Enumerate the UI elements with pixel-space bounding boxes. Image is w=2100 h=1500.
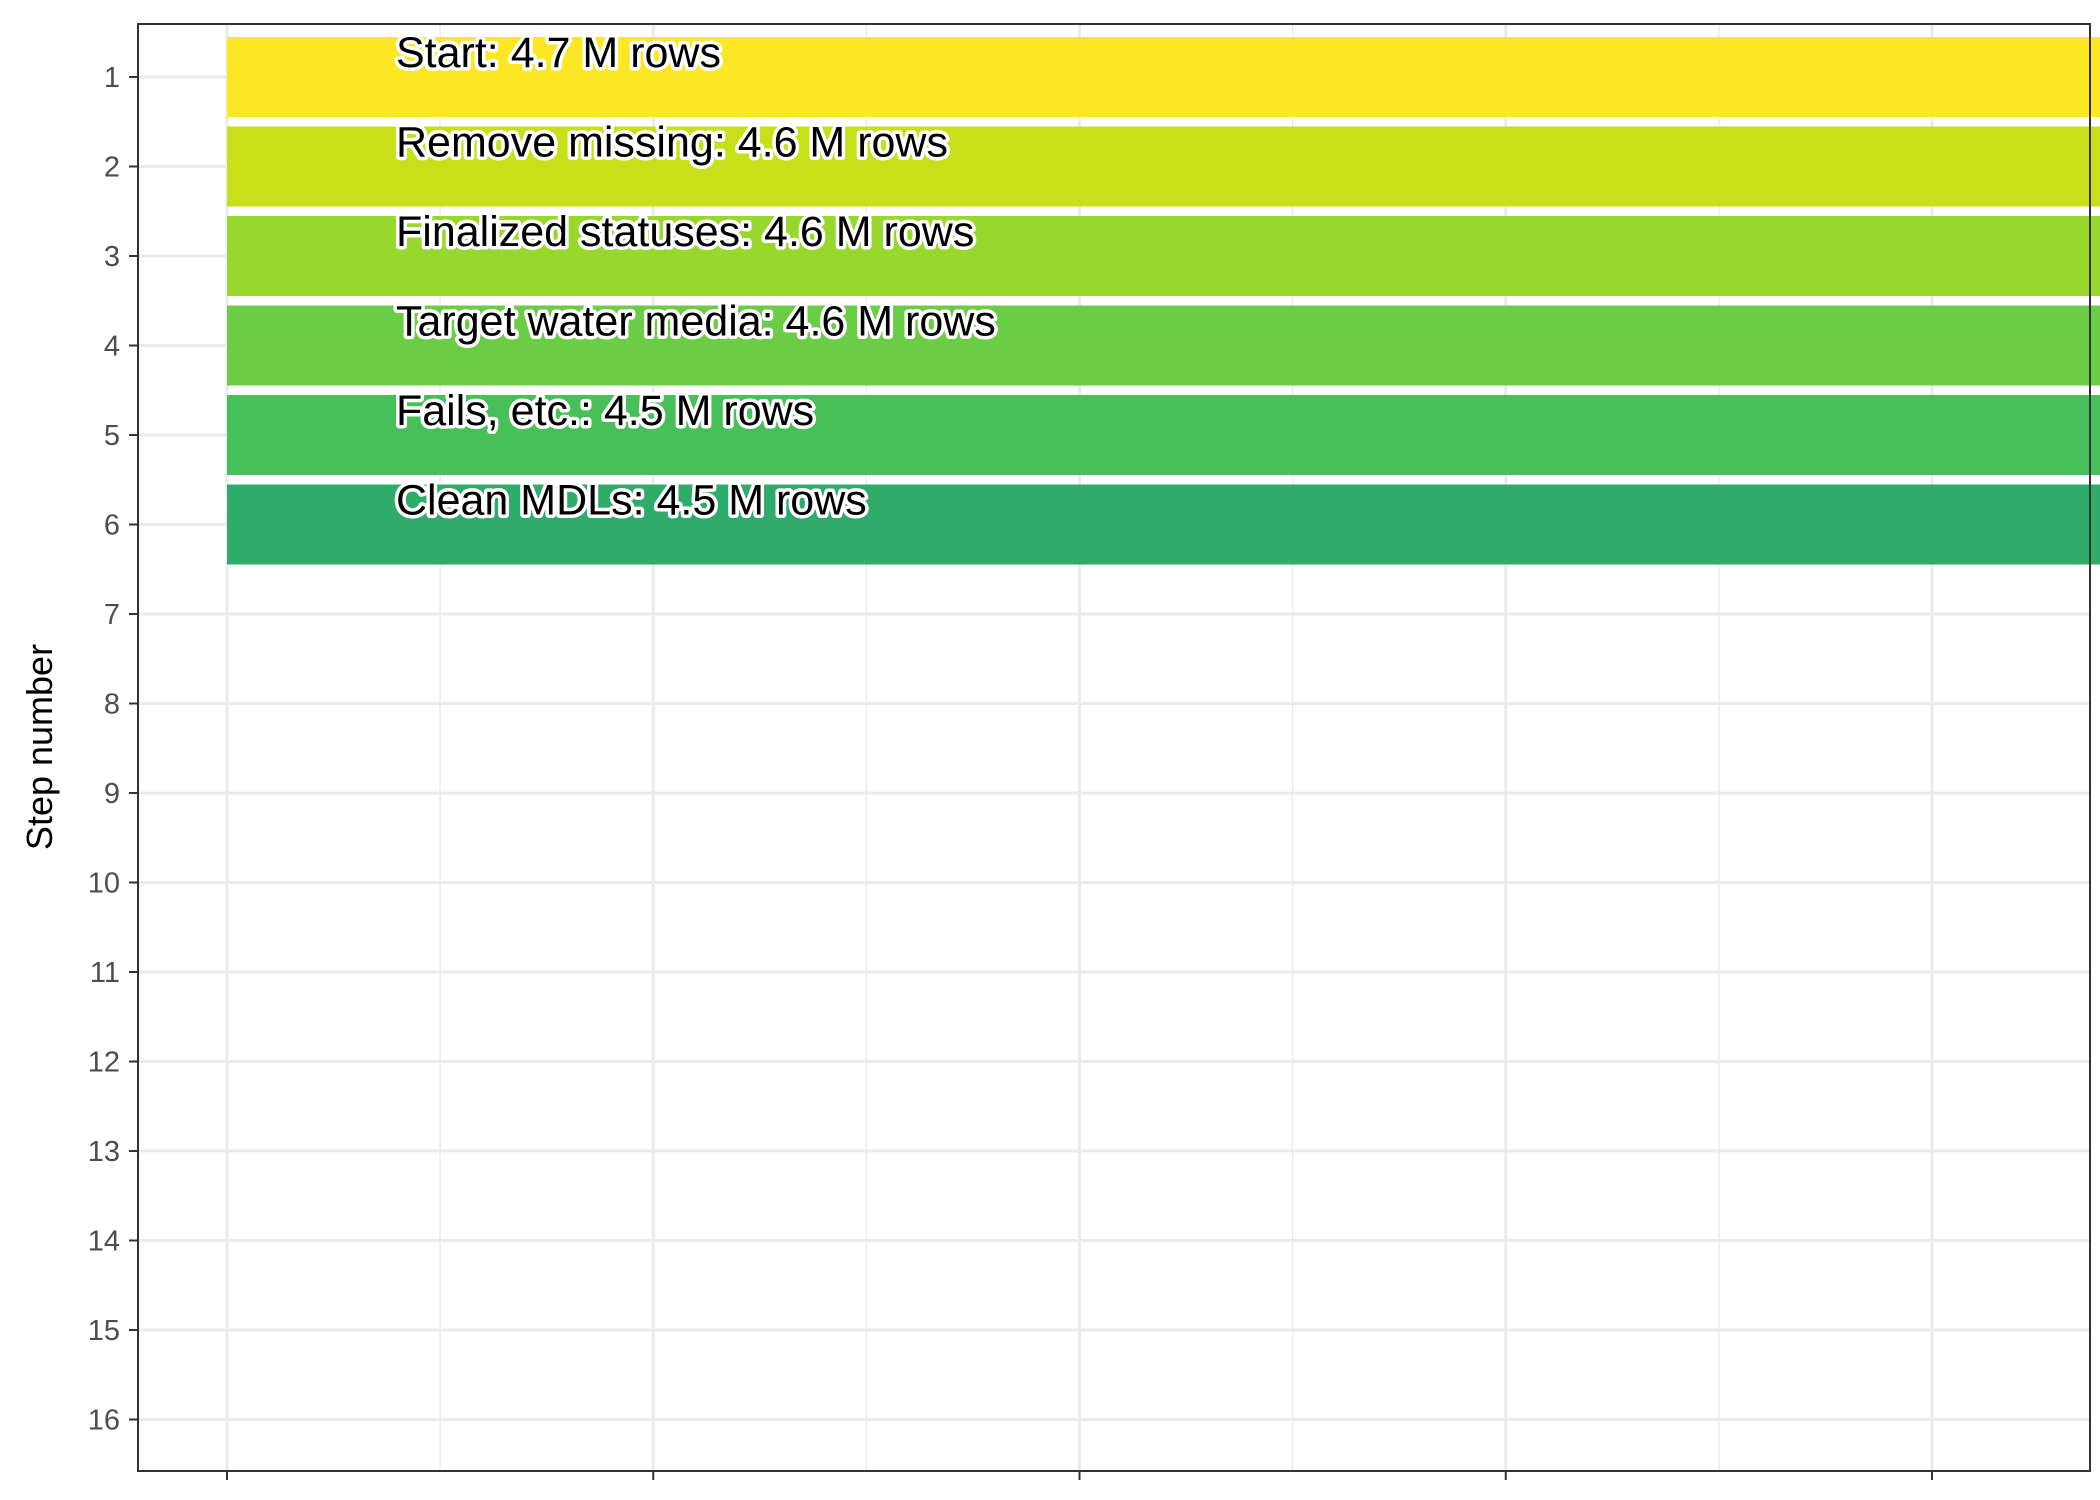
bar-label-step-2: Remove missing: 4.6 M rows xyxy=(396,119,948,167)
y-tick-label: 9 xyxy=(104,778,120,810)
y-tick-label: 12 xyxy=(88,1047,120,1079)
y-tick-label: 6 xyxy=(104,510,120,542)
bar-label-step-1: Start: 4.7 M rows xyxy=(396,29,721,77)
y-tick-label: 4 xyxy=(104,331,120,363)
bar-label-step-5: Fails, etc.: 4.5 M rows xyxy=(396,387,814,435)
y-tick-label: 1 xyxy=(104,62,120,94)
y-tick-label: 14 xyxy=(88,1226,120,1258)
y-tick-label: 7 xyxy=(104,599,120,631)
y-tick-label: 16 xyxy=(88,1405,120,1437)
y-tick-label: 10 xyxy=(88,868,120,900)
y-axis-title: Step number xyxy=(19,644,60,850)
y-tick-label: 2 xyxy=(104,152,120,184)
x-axis-ticks xyxy=(226,1471,1933,1480)
bar-label-step-6: Clean MDLs: 4.5 M rows xyxy=(396,477,867,525)
y-tick-label: 8 xyxy=(104,689,120,721)
y-tick-label: 13 xyxy=(88,1136,120,1168)
step-bar-chart: Start: 4.7 M rows Remove missing: 4.6 M r… xyxy=(19,23,2100,1480)
y-axis-ticks: 12345678910111213141516 xyxy=(88,62,138,1437)
y-tick-label: 5 xyxy=(104,420,120,452)
y-tick-label: 15 xyxy=(88,1315,120,1347)
y-tick-label: 11 xyxy=(90,957,120,989)
y-tick-label: 3 xyxy=(104,241,120,273)
bar-label-step-3: Finalized statuses: 4.6 M rows xyxy=(396,208,974,256)
bar-label-step-4: Target water media: 4.6 M rows xyxy=(396,298,996,346)
